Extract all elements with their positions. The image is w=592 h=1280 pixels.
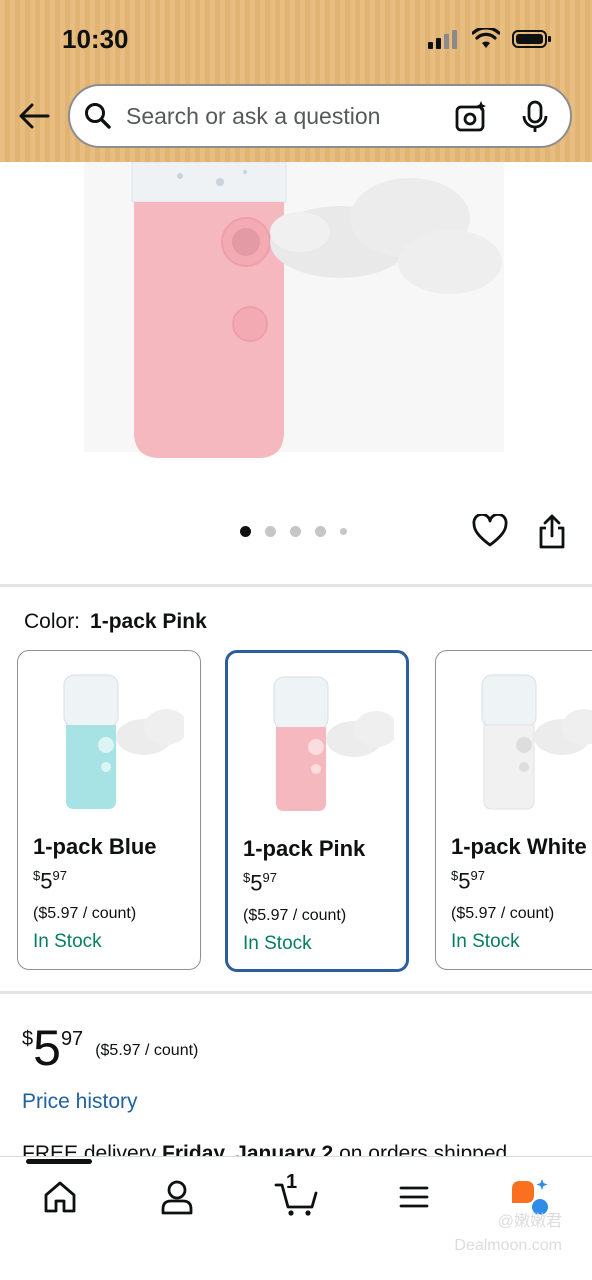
header: 10:30 Search or ask a question — [0, 0, 592, 162]
battery-icon — [512, 30, 551, 48]
price-history-link[interactable]: Price history — [22, 1090, 138, 1114]
swatch-name: 1-pack Blue — [33, 834, 157, 859]
swatch-unit-price: ($5.97 / count) — [243, 907, 347, 924]
watermark: @嫩嫩君 Dealmoon.com — [454, 1213, 562, 1254]
pagination-dot[interactable] — [240, 526, 251, 537]
swatch-price: $597 — [33, 868, 67, 894]
swatch-stock: In Stock — [33, 931, 102, 952]
divider — [0, 584, 592, 587]
swatch-price: $597 — [243, 870, 277, 896]
pagination-dot[interactable] — [315, 526, 326, 537]
search-bar[interactable]: Search or ask a question — [68, 84, 572, 148]
search-input[interactable]: Search or ask a question — [126, 103, 380, 130]
product-image[interactable] — [0, 162, 592, 482]
search-icon — [85, 103, 111, 129]
swatch-name: 1-pack Pink — [243, 836, 366, 861]
color-label-text: Color: — [24, 610, 81, 633]
swatch-white[interactable]: 1-pack White $597 ($5.97 / count) In Sto… — [435, 650, 592, 970]
mist-sprayer-image — [84, 162, 504, 458]
image-pagination[interactable] — [240, 526, 347, 537]
status-icons — [428, 28, 552, 50]
signal-icon — [428, 30, 457, 49]
account-icon[interactable] — [157, 1177, 197, 1217]
microphone-icon[interactable] — [520, 100, 550, 134]
price-whole: 5 — [33, 1020, 61, 1076]
swatch-image — [63, 674, 184, 809]
status-time: 10:30 — [62, 24, 129, 54]
heart-icon[interactable] — [472, 514, 508, 548]
home-icon[interactable] — [40, 1177, 80, 1217]
swatch-name: 1-pack White — [451, 834, 587, 859]
nav-active-indicator — [26, 1159, 92, 1164]
wifi-icon — [472, 28, 500, 48]
swatch-blue[interactable]: 1-pack Blue $597 ($5.97 / count) In Stoc… — [17, 650, 201, 970]
back-arrow-icon[interactable] — [16, 98, 52, 134]
color-label: Color: 1-pack Pink — [24, 610, 207, 634]
menu-icon[interactable] — [394, 1177, 434, 1217]
color-selected: 1-pack Pink — [90, 610, 207, 633]
price-fraction: 97 — [60, 1028, 84, 1050]
pagination-dot[interactable] — [290, 526, 301, 537]
swatch-stock: In Stock — [243, 933, 312, 954]
swatch-stock: In Stock — [451, 931, 520, 952]
swatch-price: $597 — [451, 868, 485, 894]
price-symbol: $ — [22, 1028, 34, 1050]
share-icon[interactable] — [536, 514, 568, 550]
camera-search-icon[interactable] — [454, 100, 488, 134]
cart-count: 1 — [286, 1171, 298, 1193]
swatch-unit-price: ($5.97 / count) — [33, 905, 137, 922]
price-per-unit: ($5.97 / count) — [95, 1042, 199, 1059]
divider — [0, 991, 592, 994]
cart-button[interactable]: 1 — [274, 1171, 320, 1217]
price: $ 5 97 ($5.97 / count) — [22, 1022, 198, 1074]
swatch-image — [273, 676, 394, 811]
swatch-image — [481, 674, 592, 810]
pagination-dot[interactable] — [265, 526, 276, 537]
swatch-unit-price: ($5.97 / count) — [451, 905, 555, 922]
pagination-dot[interactable] — [340, 528, 347, 535]
swatch-pink[interactable]: 1-pack Pink $597 ($5.97 / count) In Stoc… — [225, 650, 409, 972]
